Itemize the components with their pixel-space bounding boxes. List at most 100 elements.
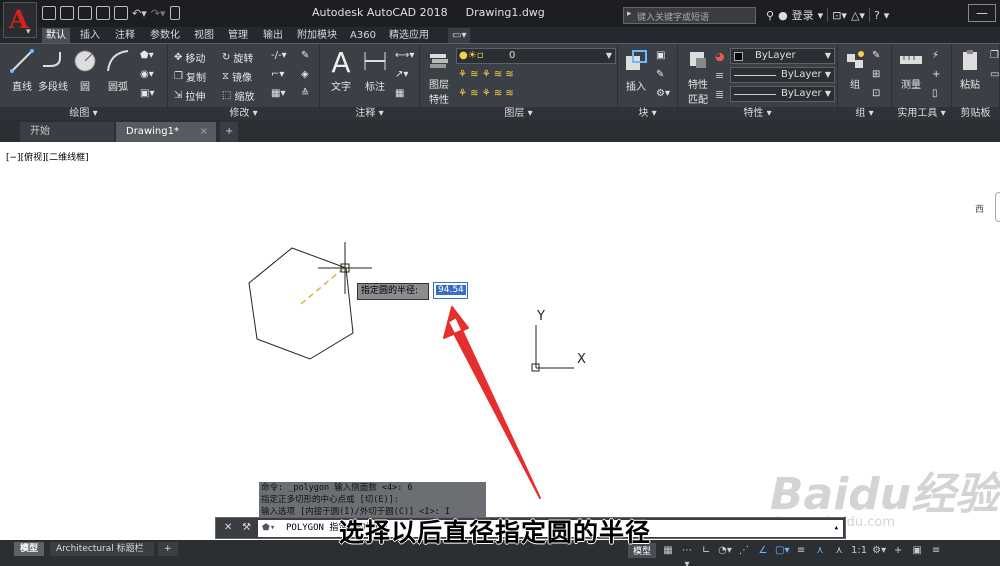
clipboard-panel-title[interactable]: 剪贴板 [952,107,999,121]
insert-block-button[interactable]: 插入 [621,48,651,93]
tab-view[interactable]: 视图 [190,28,218,43]
scale-button[interactable]: ⬚ 缩放 [222,88,254,103]
arc-button[interactable]: 圆弧 [103,48,133,93]
paste-button[interactable]: 粘贴 [956,48,984,91]
tab-featured-apps[interactable]: 精选应用 [385,28,433,43]
binoculars-icon[interactable]: ⚲ [766,9,774,22]
line-button[interactable]: 直线 [7,48,37,93]
lineweight-dropdown[interactable]: ByLayer ▼ [730,86,835,102]
linetype-dropdown[interactable]: ByLayer ▼ [730,67,835,83]
utilities-panel-title[interactable]: 实用工具 ▾ [892,107,951,121]
quick-calc-button[interactable]: ⚡ [932,50,939,61]
ribbon-toggle-icon[interactable]: ▭▾ [448,28,471,43]
open-file-icon[interactable] [60,6,74,20]
help-icon[interactable]: ? [874,9,880,22]
group-select-button[interactable]: ⊡ [872,88,880,99]
tab-addins[interactable]: 附加模块 [293,28,341,43]
chevron-up-icon[interactable]: ▴ [834,520,839,537]
modify-panel-title[interactable]: 修改 ▾ [168,107,319,121]
layer-properties-button[interactable]: 图层 特性 [424,48,454,106]
cut-button[interactable]: ▭ [990,69,999,80]
stretch-button[interactable]: ⇲ 拉伸 [174,88,205,103]
annotation-scale-icon[interactable]: ⋏ [813,544,827,558]
chevron-down-icon[interactable]: ▾ [884,9,890,22]
tab-drawing1[interactable]: Drawing1* × [116,122,216,142]
ungroup-button[interactable]: ✎ [872,50,880,61]
cart-icon[interactable]: ⊡▾ [832,9,847,22]
isolate-icon[interactable]: ▣ [910,544,924,558]
color-dropdown[interactable]: ByLayer ▼ [730,48,835,64]
user-icon[interactable]: ● [778,9,788,22]
osnap-icon[interactable]: ▢▾ [775,544,789,558]
text-button[interactable]: A 文字 [326,48,356,94]
offset-button[interactable]: ≙ [301,88,309,99]
tab-manage[interactable]: 管理 [224,28,252,43]
wrench-icon[interactable]: ⚒ [242,522,251,533]
properties-panel-title[interactable]: 特性 ▾ [678,107,837,121]
save-as-icon[interactable] [96,6,110,20]
table-button[interactable]: ▦ [395,88,404,99]
block-panel-title[interactable]: 块 ▾ [618,107,677,121]
exchange-icon[interactable]: △▾ [851,9,865,22]
point-button[interactable]: + [932,69,940,80]
group-button[interactable]: 组 [841,48,869,91]
explode-button[interactable]: ◈ [301,69,309,80]
customize-icon[interactable]: ≡ [929,544,943,558]
close-icon[interactable]: × [200,122,208,142]
move-button[interactable]: ✥ 移动 [174,50,205,65]
tab-output[interactable]: 输出 [259,28,287,43]
copy-button[interactable]: ❐ 复制 [174,69,206,84]
gear-icon[interactable]: ⚙▾ [872,544,886,558]
trim-button[interactable]: -/-▾ [271,50,287,61]
redo-icon[interactable]: ↷▾ [151,7,166,20]
tab-start[interactable]: 开始 [20,122,114,142]
isodraft-icon[interactable]: ⋰ [737,544,751,558]
new-tab-button[interactable]: + [220,122,238,142]
group-edit-button[interactable]: ⊞ [872,69,880,80]
login-link[interactable]: 登录 [792,7,814,23]
hatch-button[interactable]: ◉▾ [140,69,154,80]
navigation-bar[interactable] [995,192,1000,222]
print-icon[interactable] [114,6,128,20]
polyline-button[interactable]: 多段线 [37,48,69,93]
application-menu-button[interactable]: A ▾ [3,2,37,38]
tab-a360[interactable]: A360 [346,28,380,43]
edit-block-button[interactable]: ✎ [656,69,664,80]
array-button[interactable]: ▦▾ [271,88,285,99]
leader-button[interactable]: ↗▾ [395,69,408,80]
rotate-button[interactable]: ↻ 旋转 [222,50,253,65]
tab-layout[interactable]: Architectural 标题栏 [50,542,154,556]
tab-default[interactable]: 默认 [42,28,70,43]
layer-tools-row2[interactable]: ⚘ ≋ ⚘ ≋ ≋ [458,88,514,99]
tab-annotate[interactable]: 注释 [111,28,139,43]
grid-icon[interactable]: ▦ [661,544,675,558]
search-input[interactable]: ▸ 键入关键字或短语 [623,7,756,24]
polygon-button[interactable]: ⬟▾ [140,50,154,61]
snap-icon[interactable]: ⋯▾ [680,544,694,566]
id-point-button[interactable]: ▯ [932,88,938,99]
polar-icon[interactable]: ◔▾ [718,544,732,558]
linear-dim-button[interactable]: ⟷▾ [395,50,414,61]
lineweight-toggle-icon[interactable]: ≡ [794,544,808,558]
dynamic-input-field[interactable]: 94.54 [433,282,468,299]
layers-panel-title[interactable]: 图层 ▾ [420,107,617,121]
measure-button[interactable]: 测量 [895,48,927,91]
osnap-tracking-icon[interactable]: ∠ [756,544,770,558]
new-file-icon[interactable] [42,6,56,20]
layer-tools-row1[interactable]: ⚘ ≋ ⚘ ≋ ≋ [458,69,514,80]
tab-model[interactable]: 模型 [14,542,45,556]
copy-clip-button[interactable]: ❐ [990,50,999,61]
customize-qat-icon[interactable] [169,6,180,20]
ortho-icon[interactable]: ∟ [699,544,713,558]
drawing-canvas[interactable]: [−][俯视][二维线框] Y X 指定圆的半径: 94.54 西 Baidu经… [0,142,1000,540]
region-button[interactable]: ▣▾ [140,88,154,99]
draw-panel-title[interactable]: 绘图 ▾ [0,107,167,121]
fillet-button[interactable]: ⌐▾ [271,69,284,80]
match-properties-button[interactable]: 特性 匹配 [682,48,714,106]
layer-dropdown[interactable]: ●☀▫ 0 ▼ [456,48,616,64]
dimension-button[interactable]: 标注 [360,48,390,93]
scale-value[interactable]: 1:1 [851,545,867,556]
tab-insert[interactable]: 插入 [76,28,104,43]
viewcube-west-label[interactable]: 西 [975,202,984,215]
block-attr-button[interactable]: ⚙▾ [656,88,670,99]
